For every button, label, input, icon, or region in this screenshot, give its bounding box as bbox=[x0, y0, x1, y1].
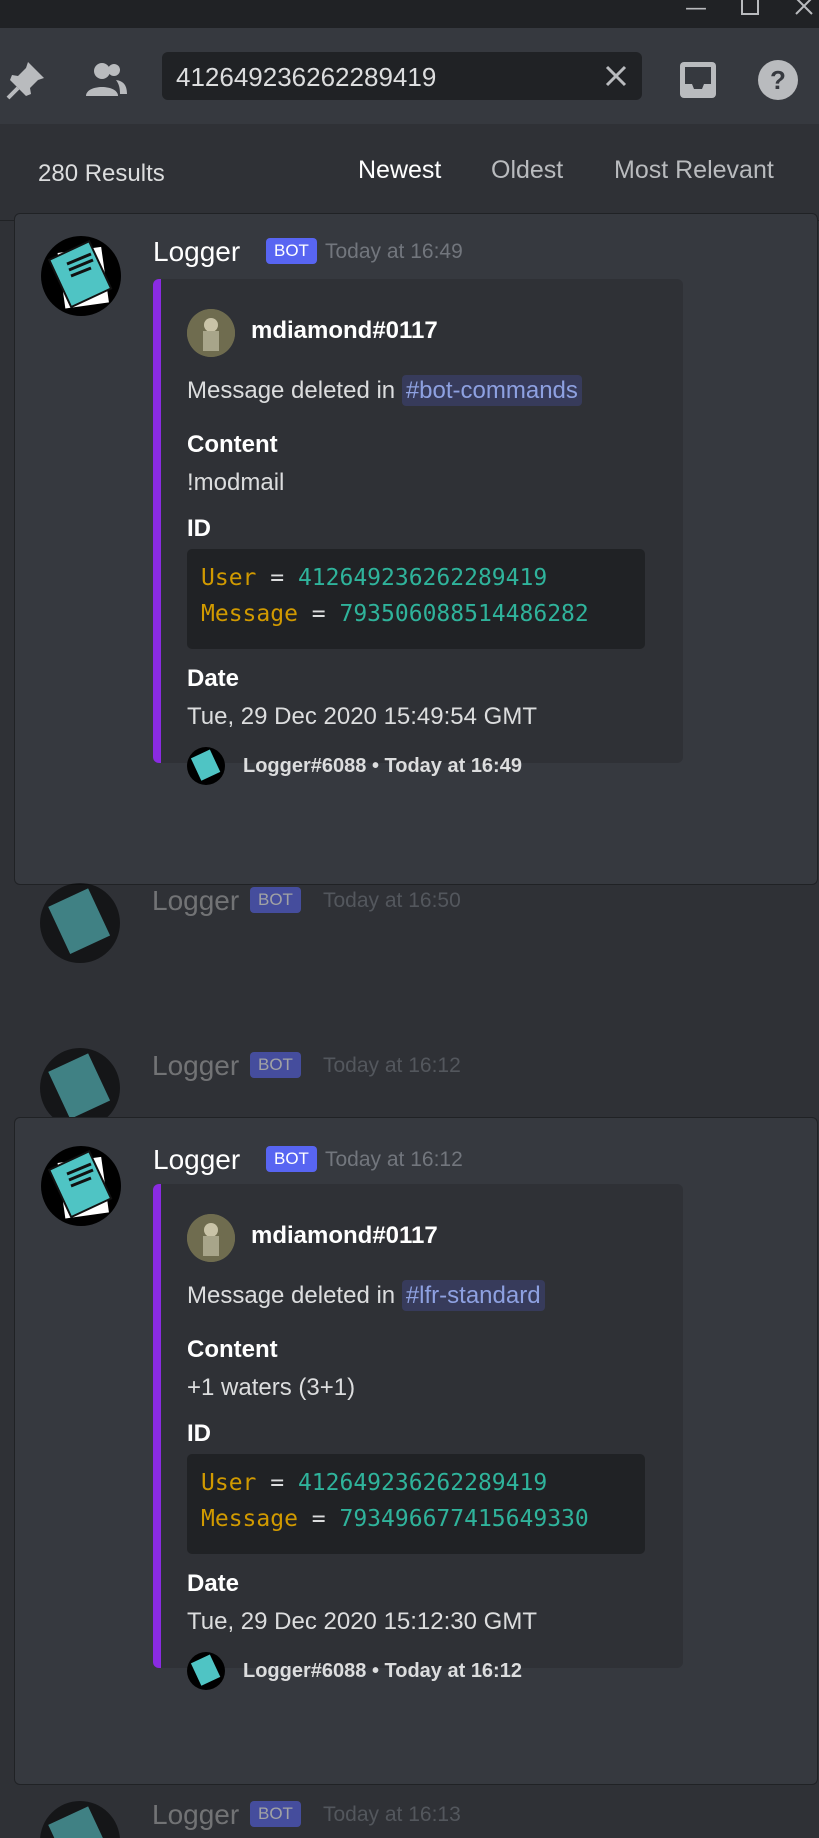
message-author: Logger bbox=[152, 1050, 240, 1081]
pin-icon[interactable] bbox=[4, 58, 48, 102]
field-value-date: Tue, 29 Dec 2020 15:49:54 GMT bbox=[187, 703, 537, 730]
help-icon[interactable]: ? bbox=[756, 58, 800, 102]
embed-author-avatar bbox=[187, 309, 235, 357]
field-name-date: Date bbox=[187, 1570, 240, 1597]
search-input[interactable] bbox=[174, 58, 578, 96]
search-result[interactable]: Logger BOT Today at 16:49 mdiamond#0117 … bbox=[14, 213, 818, 885]
close-window-icon[interactable] bbox=[784, 0, 819, 28]
description-text: Message deleted in bbox=[187, 1282, 402, 1309]
bot-badge: BOT bbox=[266, 1146, 317, 1172]
field-name-content: Content bbox=[187, 431, 278, 458]
embed-footer: Logger#6088 • Today at 16:49 bbox=[243, 755, 522, 777]
message-timestamp[interactable]: Today at 16:12 bbox=[325, 1148, 463, 1172]
message-author: Logger bbox=[152, 1799, 240, 1830]
toolbar: ? bbox=[0, 28, 819, 125]
channel-mention[interactable]: #lfr-standard bbox=[401, 1280, 545, 1311]
avatar[interactable] bbox=[41, 1146, 121, 1226]
message-embed: mdiamond#0117 Message deleted in #bot-co… bbox=[153, 279, 683, 785]
message-timestamp: Today at 16:50 bbox=[323, 889, 461, 912]
message-timestamp[interactable]: Today at 16:49 bbox=[325, 240, 463, 264]
message-author: Logger bbox=[152, 885, 240, 916]
id-code-block: User = 412649236262289419 Message = 7934… bbox=[187, 1454, 645, 1554]
field-value-content: +1 waters (3+1) bbox=[187, 1374, 356, 1401]
clear-search-icon[interactable] bbox=[600, 60, 632, 92]
message-embed: mdiamond#0117 Message deleted in #lfr-st… bbox=[153, 1184, 683, 1690]
members-icon[interactable] bbox=[84, 58, 128, 102]
avatar bbox=[40, 1048, 120, 1128]
search-results-list: Logger BOT Today at 16:49 mdiamond#0117 … bbox=[0, 213, 819, 1838]
search-result[interactable]: Logger BOT Today at 16:12 mdiamond#0117 … bbox=[14, 1117, 818, 1785]
minimize-icon[interactable]: — bbox=[676, 0, 716, 28]
field-name-date: Date bbox=[187, 665, 240, 692]
code-message-id: 793506088514486282 bbox=[339, 601, 589, 627]
field-name-content: Content bbox=[187, 1336, 278, 1363]
svg-text:?: ? bbox=[770, 65, 786, 95]
message-author[interactable]: Logger bbox=[153, 236, 240, 268]
code-message-key: Message bbox=[201, 1506, 298, 1532]
embed-footer-icon bbox=[187, 747, 225, 785]
code-message-id: 793496677415649330 bbox=[339, 1506, 589, 1532]
avatar bbox=[40, 1801, 120, 1838]
embed-description: Message deleted in #lfr-standard bbox=[187, 1280, 545, 1311]
search-bar bbox=[162, 52, 642, 100]
search-results-header: 280 Results Newest Oldest Most Relevant bbox=[0, 124, 819, 221]
code-user-id: 412649236262289419 bbox=[297, 1470, 548, 1496]
code-user-id: 412649236262289419 bbox=[297, 565, 548, 591]
id-code-block: User = 412649236262289419 Message = 7935… bbox=[187, 549, 645, 649]
message-timestamp: Today at 16:13 bbox=[323, 1803, 461, 1826]
description-text: Message deleted in bbox=[187, 377, 402, 404]
channel-mention[interactable]: #bot-commands bbox=[401, 375, 582, 406]
embed-description: Message deleted in #bot-commands bbox=[187, 375, 582, 406]
maximize-icon[interactable] bbox=[730, 0, 770, 28]
tab-newest[interactable]: Newest bbox=[358, 156, 441, 185]
embed-author: mdiamond#0117 bbox=[251, 1222, 438, 1249]
inbox-icon[interactable] bbox=[676, 58, 720, 102]
tab-oldest[interactable]: Oldest bbox=[491, 156, 563, 185]
field-name-id: ID bbox=[187, 515, 211, 542]
context-message: Logger BOT Today at 16:13 bbox=[0, 1789, 819, 1838]
tab-most-relevant[interactable]: Most Relevant bbox=[614, 156, 774, 185]
bot-badge: BOT bbox=[250, 1801, 301, 1827]
context-message: Logger BOT Today at 16:50 bbox=[0, 883, 819, 1003]
message-author[interactable]: Logger bbox=[153, 1144, 240, 1176]
embed-author: mdiamond#0117 bbox=[251, 317, 438, 344]
embed-footer: Logger#6088 • Today at 16:12 bbox=[243, 1660, 522, 1682]
bot-badge: BOT bbox=[266, 238, 317, 264]
code-message-key: Message bbox=[201, 601, 298, 627]
code-user-key: User bbox=[201, 565, 257, 591]
window-titlebar: — bbox=[0, 0, 819, 28]
bot-badge: BOT bbox=[250, 1052, 301, 1078]
results-count: 280 Results bbox=[38, 160, 165, 187]
code-user-key: User bbox=[201, 1470, 257, 1496]
field-value-content: !modmail bbox=[187, 469, 285, 496]
message-timestamp: Today at 16:12 bbox=[323, 1054, 461, 1077]
avatar bbox=[40, 883, 120, 963]
bot-badge: BOT bbox=[250, 887, 301, 913]
embed-footer-icon bbox=[187, 1652, 225, 1690]
avatar[interactable] bbox=[41, 236, 121, 316]
embed-author-avatar bbox=[187, 1214, 235, 1262]
field-name-id: ID bbox=[187, 1420, 211, 1447]
field-value-date: Tue, 29 Dec 2020 15:12:30 GMT bbox=[187, 1608, 537, 1635]
